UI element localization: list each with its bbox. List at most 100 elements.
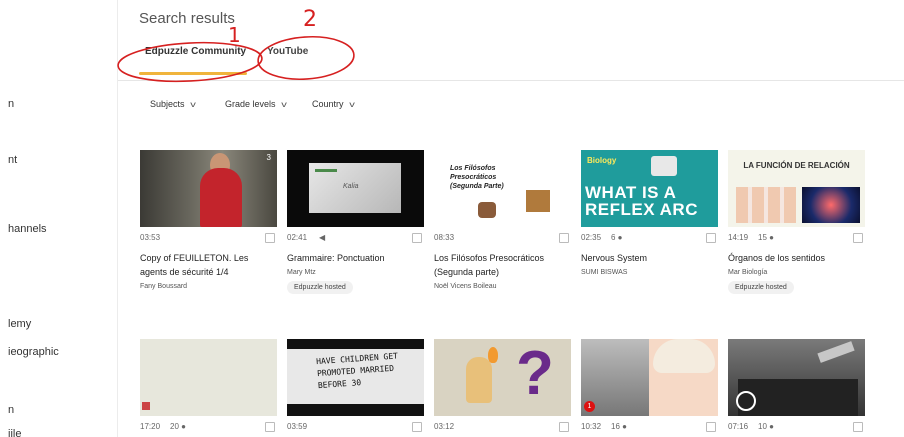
video-author[interactable]: Mar Biología xyxy=(728,269,865,276)
question-mark-icon: ? xyxy=(516,339,554,408)
select-checkbox[interactable] xyxy=(412,422,422,432)
video-thumbnail[interactable]: Kalia xyxy=(287,150,424,227)
video-card[interactable]: Los Filósofos Presocráticos (Segunda Par… xyxy=(434,150,571,290)
video-duration: 02:41 xyxy=(287,233,308,242)
question-count: 16 ● xyxy=(611,422,627,431)
filter-grade-levels[interactable]: Grade levels v xyxy=(225,99,286,109)
video-meta: 08:33 xyxy=(434,233,571,247)
thumbnail-hair xyxy=(653,339,715,373)
video-meta: 17:20 20 ● xyxy=(140,422,277,436)
video-thumbnail[interactable] xyxy=(140,339,277,416)
thumbnail-text: Los Filósofos Presocráticos (Segunda Par… xyxy=(450,165,504,190)
video-card[interactable]: ? 03:12 xyxy=(434,339,571,436)
video-thumbnail[interactable]: Los Filósofos Presocráticos (Segunda Par… xyxy=(434,150,571,227)
video-duration: 03:12 xyxy=(434,422,455,431)
annotation-number-2: 2 xyxy=(303,7,317,32)
video-thumbnail[interactable]: Biology WHAT IS A REFLEX ARC xyxy=(581,150,718,227)
filter-subjects-label: Subjects xyxy=(150,99,185,109)
video-meta: 03:53 xyxy=(140,233,277,247)
video-thumbnail[interactable]: 1 xyxy=(581,339,718,416)
video-card[interactable]: 1 10:32 16 ● xyxy=(581,339,718,436)
sidebar-item-channels[interactable]: hannels xyxy=(8,223,47,235)
video-card[interactable]: Kalia 02:41 ◀ Grammaire: Ponctuation Mar… xyxy=(287,150,424,294)
filter-country[interactable]: Country v xyxy=(312,99,354,109)
video-thumbnail[interactable]: LA FUNCIÓN DE RELACIÓN xyxy=(728,150,865,227)
chevron-down-icon: v xyxy=(348,100,355,109)
thumbnail-circle xyxy=(736,391,756,411)
select-checkbox[interactable] xyxy=(559,233,569,243)
video-author[interactable]: SUMI BISWAS xyxy=(581,269,718,276)
video-card[interactable]: 07:16 10 ● xyxy=(728,339,865,436)
video-title[interactable]: Órganos de los sentidos xyxy=(728,251,865,265)
active-tab-indicator xyxy=(139,72,247,75)
thumbnail-crowd xyxy=(738,379,858,416)
video-thumbnail[interactable]: 3 xyxy=(140,150,277,227)
sidebar-item-2[interactable]: nt xyxy=(8,154,17,166)
tab-youtube[interactable]: YouTube xyxy=(267,46,308,57)
video-title[interactable]: Los Filósofos Presocráticos (Segunda par… xyxy=(434,251,571,279)
torch-icon xyxy=(488,347,498,363)
thumbnail-neurons xyxy=(802,187,860,223)
video-duration: 08:33 xyxy=(434,233,455,242)
video-meta: 10:32 16 ● xyxy=(581,422,718,436)
video-duration: 03:53 xyxy=(140,233,161,242)
sidebar-item-academy[interactable]: lemy xyxy=(8,318,31,330)
sidebar-item-6[interactable]: n xyxy=(8,404,14,416)
video-meta: 02:35 6 ● xyxy=(581,233,718,247)
thumbnail-figure xyxy=(200,168,242,227)
tab-edpuzzle-community[interactable]: Edpuzzle Community xyxy=(145,46,246,57)
tabs-divider xyxy=(118,80,904,81)
video-meta: 14:19 15 ● xyxy=(728,233,865,247)
select-checkbox[interactable] xyxy=(706,233,716,243)
video-thumbnail[interactable]: ? xyxy=(434,339,571,416)
select-checkbox[interactable] xyxy=(706,422,716,432)
app-root: n nt hannels lemy ieographic n iile Sear… xyxy=(0,0,904,437)
video-author[interactable]: Mary Mtz xyxy=(287,269,424,276)
thumbnail-box xyxy=(526,190,550,212)
select-checkbox[interactable] xyxy=(265,422,275,432)
select-checkbox[interactable] xyxy=(853,233,863,243)
video-meta: 02:41 ◀ xyxy=(287,233,424,247)
question-count: 20 ● xyxy=(170,422,186,431)
video-card[interactable]: HAVE CHILDREN GET PROMOTED MARRIED BEFOR… xyxy=(287,339,424,436)
edpuzzle-hosted-badge: Edpuzzle hosted xyxy=(287,281,353,294)
thumbnail-tag xyxy=(142,402,150,410)
video-title[interactable]: Copy of FEUILLETON. Les agents de sécuri… xyxy=(140,251,277,279)
select-checkbox[interactable] xyxy=(265,233,275,243)
video-card[interactable]: 3 03:53 Copy of FEUILLETON. Les agents d… xyxy=(140,150,277,290)
thumbnail-hand xyxy=(478,202,496,218)
thumbnail-count: 3 xyxy=(266,153,271,162)
thumbnail-bar xyxy=(287,339,424,349)
video-title[interactable]: Grammaire: Ponctuation xyxy=(287,251,424,265)
question-count: 15 ● xyxy=(758,233,774,242)
sidebar-item-1[interactable]: n xyxy=(8,98,14,110)
thumbnail-text: LA FUNCIÓN DE RELACIÓN xyxy=(743,161,850,170)
thumbnail-badge: 1 xyxy=(584,401,595,412)
video-card[interactable]: Biology WHAT IS A REFLEX ARC 02:35 6 ● N… xyxy=(581,150,718,276)
filter-subjects[interactable]: Subjects v xyxy=(150,99,195,109)
select-checkbox[interactable] xyxy=(559,422,569,432)
video-author[interactable]: Noël Vicens Boileau xyxy=(434,283,571,290)
sidebar-item-7[interactable]: iile xyxy=(8,428,21,437)
video-meta: 03:12 xyxy=(434,422,571,436)
video-card[interactable]: LA FUNCIÓN DE RELACIÓN 14:19 15 ● Órgano… xyxy=(728,150,865,294)
thumbnail-rack xyxy=(651,156,677,176)
select-checkbox[interactable] xyxy=(853,422,863,432)
thumbnail-bar xyxy=(315,169,337,172)
select-checkbox[interactable] xyxy=(412,233,422,243)
thumbnail-screen: Kalia xyxy=(309,163,401,213)
video-card[interactable]: 17:20 20 ● xyxy=(140,339,277,436)
video-author[interactable]: Fany Boussard xyxy=(140,283,277,290)
sidebar-item-geographic[interactable]: ieographic xyxy=(8,346,59,358)
annotation-circle-2 xyxy=(257,35,355,81)
video-thumbnail[interactable] xyxy=(728,339,865,416)
thumbnail-arm xyxy=(817,341,855,363)
filter-grade-levels-label: Grade levels xyxy=(225,99,276,109)
thumbnail-label: Biology xyxy=(587,156,617,165)
audio-icon: ◀ xyxy=(319,233,326,242)
filter-country-label: Country xyxy=(312,99,344,109)
video-title[interactable]: Nervous System xyxy=(581,251,718,265)
thumbnail-organs xyxy=(736,187,796,223)
thumbnail-text: HAVE CHILDREN GET PROMOTED MARRIED BEFOR… xyxy=(315,351,399,391)
video-thumbnail[interactable]: HAVE CHILDREN GET PROMOTED MARRIED BEFOR… xyxy=(287,339,424,416)
